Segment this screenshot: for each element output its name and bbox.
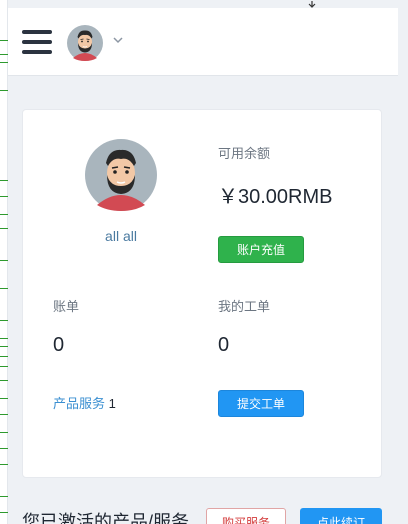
buy-service-button[interactable]: 购买服务 [206,508,286,524]
recharge-button[interactable]: 账户充值 [218,236,304,263]
renew-button[interactable]: 点此续订 [300,508,382,524]
account-summary-card: all all 可用余额 ￥30.00RMB 账户充值 账单 0 我的工单 0 … [22,109,382,478]
balance-label: 可用余额 [218,146,271,161]
bills-label: 账单 [53,299,80,314]
hamburger-menu-icon[interactable] [22,30,52,54]
products-count: 1 [108,396,116,411]
left-ruler [0,0,8,524]
tickets-value: 0 [218,334,230,356]
submit-ticket-button[interactable]: 提交工单 [218,390,304,417]
username[interactable]: all all [63,228,179,244]
bills-value: 0 [53,334,65,356]
tickets-label: 我的工单 [218,299,271,314]
products-link[interactable]: 产品服务 1 [53,393,116,412]
balance-amount: ￥30.00RMB [218,186,333,208]
top-header [8,8,398,76]
products-link-label[interactable]: 产品服务 [53,396,105,411]
profile-avatar-icon [85,139,157,211]
chevron-down-icon[interactable] [112,34,124,46]
active-services-title: 您已激活的产品/服务 [22,512,190,524]
user-avatar-icon[interactable] [67,25,103,61]
page: all all 可用余额 ￥30.00RMB 账户充值 账单 0 我的工单 0 … [0,0,408,524]
